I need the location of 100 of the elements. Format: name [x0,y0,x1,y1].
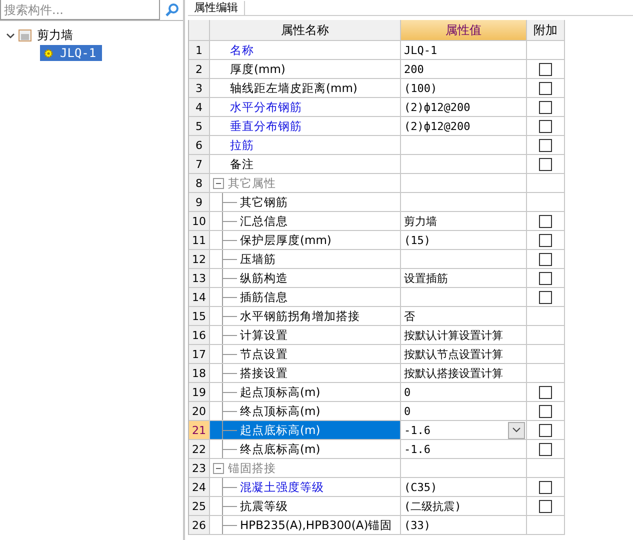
property-name[interactable]: 水平钢筋拐角增加搭接 [210,307,401,326]
property-name[interactable]: 计算设置 [210,326,401,345]
property-name[interactable]: 垂直分布钢筋 [210,117,401,136]
property-name[interactable]: 拉筋 [210,136,401,155]
property-name[interactable]: 起点底标高(m) [210,421,401,440]
property-value[interactable]: -1.6 [401,440,527,459]
property-value[interactable]: 按默认计算设置计算 [401,326,527,345]
row-number: 11 [189,231,210,250]
checkbox[interactable] [539,442,552,456]
property-value[interactable]: 剪力墙 [401,212,527,231]
property-value[interactable]: -1.6 [401,421,527,440]
checkbox[interactable] [539,386,552,398]
property-value[interactable]: JLQ-1 [401,41,527,60]
table-cell [527,345,565,364]
property-value[interactable]: 按默认节点设置计算 [401,345,527,364]
checkbox[interactable] [539,214,552,228]
chevron-down-icon [512,427,521,433]
checkbox[interactable] [539,500,552,512]
checkbox[interactable] [539,100,552,114]
checkbox[interactable] [539,424,552,436]
column-header[interactable]: 附加 [527,20,565,41]
column-header[interactable]: 属性名称 [210,20,401,41]
row-number: 8 [189,174,210,193]
row-number: 21 [189,421,210,440]
property-value[interactable]: 否 [401,307,527,326]
row-number: 3 [189,79,210,98]
property-name[interactable]: 混凝土强度等级 [210,478,401,497]
property-name[interactable]: 轴线距左墙皮距离(mm) [210,79,401,98]
property-name[interactable]: 节点设置 [210,345,401,364]
checkbox[interactable] [539,252,552,266]
row-number: 25 [189,497,210,516]
checkbox[interactable] [539,120,552,132]
checkbox[interactable] [539,62,552,76]
property-name[interactable]: 插筋信息 [210,288,401,307]
property-value[interactable]: (33) [401,516,527,535]
tree-item[interactable]: JLQ-1 [40,45,102,61]
checkbox[interactable] [539,272,552,284]
row-number: 5 [189,117,210,136]
property-name[interactable]: 水平分布钢筋 [210,98,401,117]
property-name[interactable]: 起点顶标高(m) [210,383,401,402]
property-name[interactable]: 纵筋构造 [210,269,401,288]
property-name[interactable]: 备注 [210,155,401,174]
property-value[interactable]: (15) [401,231,527,250]
row-number: 20 [189,402,210,421]
property-value[interactable]: (C35) [401,478,527,497]
property-value[interactable]: 200 [401,60,527,79]
collapse-icon[interactable] [213,178,224,188]
property-value[interactable]: 设置插筋 [401,269,527,288]
checkbox[interactable] [539,480,552,494]
property-name[interactable]: 抗震等级 [210,497,401,516]
row-number: 1 [189,41,210,60]
row-number: 2 [189,60,210,79]
property-value[interactable]: 按默认搭接设置计算 [401,364,527,383]
property-name[interactable]: HPB235(A),HPB300(A)锚固 [210,516,401,535]
checkbox[interactable] [539,234,552,246]
chevron-down-icon[interactable] [6,30,15,40]
checkbox[interactable] [539,158,552,170]
property-name[interactable]: 终点顶标高(m) [210,402,401,421]
checkbox[interactable] [539,82,552,94]
property-name[interactable]: 保护层厚度(mm) [210,231,401,250]
property-value[interactable]: (100) [401,79,527,98]
collapse-icon[interactable] [213,462,224,474]
row-number: 12 [189,250,210,269]
property-value[interactable]: (2)ф12@200 [401,98,527,117]
property-name[interactable]: 名称 [210,41,401,60]
property-name[interactable]: 压墙筋 [210,250,401,269]
row-number: 4 [189,98,210,117]
property-name[interactable]: 搭接设置 [210,364,401,383]
property-value[interactable]: (2)ф12@200 [401,117,527,136]
property-value[interactable]: 0 [401,402,527,421]
property-value[interactable]: (二级抗震) [401,497,527,516]
property-name[interactable]: 终点底标高(m) [210,440,401,459]
row-number: 22 [189,440,210,459]
row-number: 13 [189,269,210,288]
checkbox[interactable] [539,290,552,304]
row-number: 24 [189,478,210,497]
search-icon [164,3,178,17]
wall-icon [18,28,32,42]
gear-icon [43,48,54,58]
row-number: 10 [189,212,210,231]
row-number: 14 [189,288,210,307]
row-number: 17 [189,345,210,364]
row-number: 15 [189,307,210,326]
row-number: 23 [189,459,210,478]
column-header[interactable]: 属性值 [401,20,527,41]
group-cell[interactable]: 锚固搭接 [210,459,401,478]
dropdown-button[interactable] [508,422,525,438]
property-name[interactable]: 其它钢筋 [210,193,401,212]
row-number: 16 [189,326,210,345]
property-name[interactable]: 汇总信息 [210,212,401,231]
checkbox[interactable] [539,404,552,418]
checkbox[interactable] [539,138,552,152]
property-name[interactable]: 厚度(mm) [210,60,401,79]
row-number: 9 [189,193,210,212]
property-value[interactable]: 0 [401,383,527,402]
group-cell[interactable]: 其它属性 [210,174,401,193]
tree-item[interactable]: 剪力墙 [35,27,79,43]
search-field[interactable]: 搜索构件... [0,0,160,20]
corner-header [189,20,210,41]
row-number: 18 [189,364,210,383]
